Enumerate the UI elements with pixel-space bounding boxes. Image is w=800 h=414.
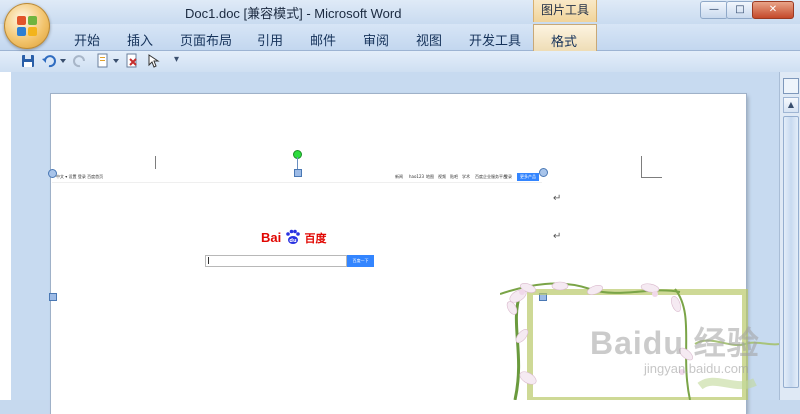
resize-handle-top-left[interactable]	[48, 169, 57, 178]
baidu-search-input	[205, 255, 347, 267]
paragraph-mark: ↵	[553, 193, 562, 204]
tab-references[interactable]: 引用	[257, 30, 283, 49]
inserted-picture-baidu[interactable]: 中文 ▾ 设置 登录 百度首页 新闻 hao123 地图 视频 贴吧 学术 百度…	[52, 172, 542, 400]
close-button[interactable]: ✕	[752, 1, 794, 19]
tab-review[interactable]: 审阅	[363, 30, 389, 49]
baidu-paw-icon: du	[286, 229, 300, 244]
tab-mailings[interactable]: 邮件	[310, 30, 336, 49]
tab-format[interactable]: 格式	[533, 24, 597, 52]
window-title: Doc1.doc [兼容模式] - Microsoft Word	[185, 6, 402, 21]
baidu-nav-item: 视频	[438, 174, 446, 179]
baidu-nav-item: hao123	[409, 174, 425, 179]
undo-icon[interactable]	[41, 53, 57, 69]
baidu-nav-item: 地图	[426, 174, 434, 179]
tab-developer[interactable]: 开发工具	[469, 30, 521, 49]
scroll-thumb[interactable]	[783, 116, 799, 388]
baidu-logo-chinese: 百度	[304, 233, 327, 245]
margin-corner-left	[155, 156, 156, 169]
tab-page-layout[interactable]: 页面布局	[180, 30, 232, 49]
save-icon[interactable]	[20, 53, 36, 69]
picture-tools-context-label: 图片工具	[533, 0, 597, 22]
resize-handle-top[interactable]	[294, 169, 302, 177]
view-ruler-icon[interactable]	[783, 78, 799, 94]
baidu-logo-bai: Bai	[261, 230, 282, 245]
tab-insert[interactable]: 插入	[127, 30, 153, 49]
ribbon-tab-bar: 开始 插入 页面布局 引用 邮件 审阅 视图 开发工具 ?	[0, 24, 800, 68]
baidu-nav-item: 百度企业服务平台	[475, 174, 507, 179]
print-preview-icon[interactable]	[124, 53, 140, 69]
select-icon[interactable]	[146, 53, 162, 69]
baidu-nav-item: 登录	[504, 174, 512, 179]
baidu-nav-left: 中文 ▾ 设置 登录 百度首页	[56, 174, 104, 179]
baidu-nav-item: 新闻	[395, 174, 403, 179]
watermark-url: jingyan.baidu.com	[644, 361, 749, 376]
maximize-button[interactable]: □	[726, 1, 754, 19]
title-bar: Doc1.doc [兼容模式] - Microsoft Word 图片工具 — …	[0, 0, 800, 24]
baidu-logo-du: du	[289, 238, 297, 244]
quick-access-toolbar: ▾	[0, 51, 800, 73]
customize-qat-icon[interactable]: ▾	[174, 54, 179, 65]
new-dropdown-icon[interactable]	[113, 59, 119, 63]
redo-icon[interactable]	[72, 53, 88, 69]
paragraph-mark: ↵	[553, 231, 562, 242]
text-caret	[208, 257, 209, 264]
office-logo-icon	[17, 16, 37, 36]
undo-dropdown-icon[interactable]	[60, 59, 66, 63]
minimize-button[interactable]: —	[700, 1, 728, 19]
baidu-logo: Bai du 百度	[261, 229, 326, 249]
tab-view[interactable]: 视图	[416, 30, 442, 49]
resize-handle-top-right[interactable]	[539, 168, 548, 177]
baidu-jingyan-watermark: Baidu 经验	[590, 325, 760, 361]
baidu-nav-item: 贴吧	[450, 174, 458, 179]
office-button[interactable]	[4, 3, 50, 49]
tab-home[interactable]: 开始	[74, 30, 100, 49]
margin-corner-right	[641, 156, 662, 178]
scroll-up-button[interactable]: ▲	[783, 97, 799, 113]
new-document-icon[interactable]	[95, 53, 111, 69]
baidu-more-products-button: 更多产品	[517, 173, 539, 181]
vertical-scrollbar[interactable]: ▲	[779, 72, 800, 400]
tab-format-label: 格式	[551, 35, 578, 50]
baidu-search-button: 百度一下	[347, 255, 374, 267]
baidu-nav-item: 学术	[462, 174, 470, 179]
resize-handle-left[interactable]	[49, 293, 57, 301]
